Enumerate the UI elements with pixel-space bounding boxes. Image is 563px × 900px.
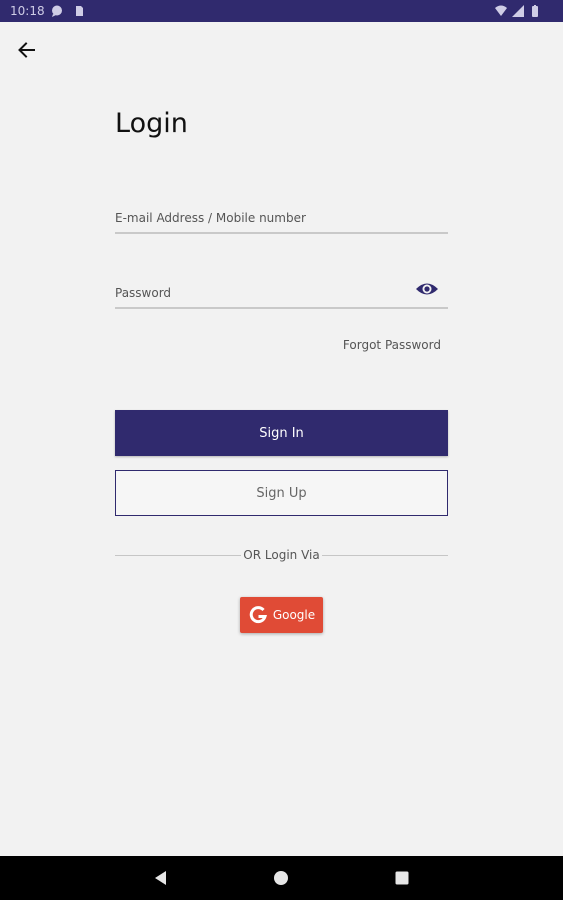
divider-line-left [115, 554, 242, 556]
eye-icon [414, 283, 440, 304]
google-label: Google [272, 608, 316, 622]
email-field[interactable] [115, 204, 448, 234]
sim-card-icon [72, 4, 86, 18]
chat-icon [50, 4, 64, 18]
status-time: 10:18 [10, 4, 45, 18]
home-circle-icon[interactable] [271, 868, 291, 888]
password-visibility-toggle[interactable] [414, 278, 440, 300]
google-login-button[interactable]: Google [240, 597, 323, 633]
divider-line-right [321, 554, 449, 556]
wifi-icon [494, 4, 508, 18]
status-bar: 10:18 [0, 0, 563, 22]
page-title: Login [115, 108, 188, 139]
back-triangle-icon[interactable] [151, 868, 171, 888]
sign-up-button[interactable]: Sign Up [115, 470, 448, 516]
recents-square-icon[interactable] [392, 868, 412, 888]
signal-icon [511, 4, 525, 18]
navigation-bar [0, 856, 563, 900]
battery-icon [528, 4, 542, 18]
back-button[interactable] [14, 37, 40, 63]
arrow-back-icon [14, 42, 40, 67]
or-login-via-divider: OR Login Via [115, 546, 449, 564]
sign-in-button[interactable]: Sign In [115, 410, 448, 456]
google-g-icon [248, 605, 268, 625]
forgot-password-link[interactable]: Forgot Password [343, 338, 441, 352]
divider-text: OR Login Via [243, 548, 320, 562]
password-field[interactable] [115, 279, 448, 309]
